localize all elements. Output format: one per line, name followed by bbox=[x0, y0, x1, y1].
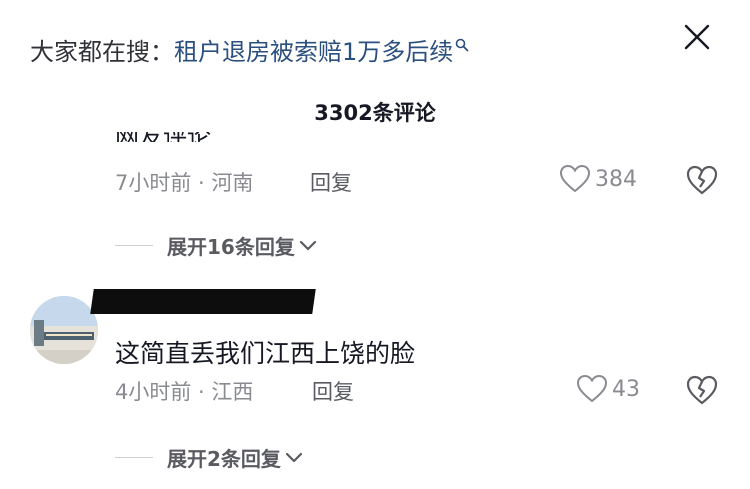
search-suggestion[interactable]: 大家都在搜：租户退房被索赔1万多后续 bbox=[30, 28, 469, 68]
like-count: 384 bbox=[595, 166, 637, 192]
comment-count-title: 3302条评论 bbox=[314, 101, 436, 125]
close-button[interactable] bbox=[682, 22, 712, 52]
redacted-username bbox=[90, 289, 316, 314]
comment-text: 这简直丢我们江西上饶的脸 bbox=[115, 339, 416, 368]
chevron-down-icon bbox=[299, 240, 316, 250]
reply-button[interactable]: 回复 bbox=[312, 376, 354, 406]
like-button[interactable]: 43 bbox=[576, 374, 640, 404]
comment-time-location: 7小时前 · 河南 bbox=[115, 171, 254, 195]
like-button[interactable]: 384 bbox=[559, 164, 637, 194]
chevron-down-icon bbox=[285, 452, 303, 462]
divider bbox=[115, 245, 153, 246]
expand-replies-button[interactable]: 展开16条回复 bbox=[115, 231, 317, 260]
search-suggestion-prefix: 大家都在搜： bbox=[30, 38, 174, 66]
avatar[interactable] bbox=[30, 296, 98, 364]
heart-icon bbox=[576, 374, 608, 403]
broken-heart-icon bbox=[686, 375, 718, 405]
dislike-button[interactable] bbox=[685, 374, 719, 406]
search-icon bbox=[455, 28, 469, 60]
expand-replies-label: 展开2条回复 bbox=[167, 447, 281, 471]
expand-replies-button[interactable]: 展开2条回复 bbox=[115, 443, 303, 472]
divider bbox=[115, 457, 153, 458]
expand-replies-label: 展开16条回复 bbox=[167, 235, 295, 259]
search-suggestion-query[interactable]: 租户退房被索赔1万多后续 bbox=[174, 38, 453, 66]
heart-icon bbox=[559, 164, 591, 193]
reply-button[interactable]: 回复 bbox=[310, 167, 352, 197]
comment-time-location: 4小时前 · 江西 bbox=[115, 380, 254, 404]
broken-heart-icon bbox=[686, 165, 718, 195]
dislike-button[interactable] bbox=[685, 164, 719, 196]
like-count: 43 bbox=[612, 376, 640, 402]
comment-text-clipped: 网友评论 bbox=[115, 132, 265, 142]
close-icon bbox=[684, 24, 710, 50]
